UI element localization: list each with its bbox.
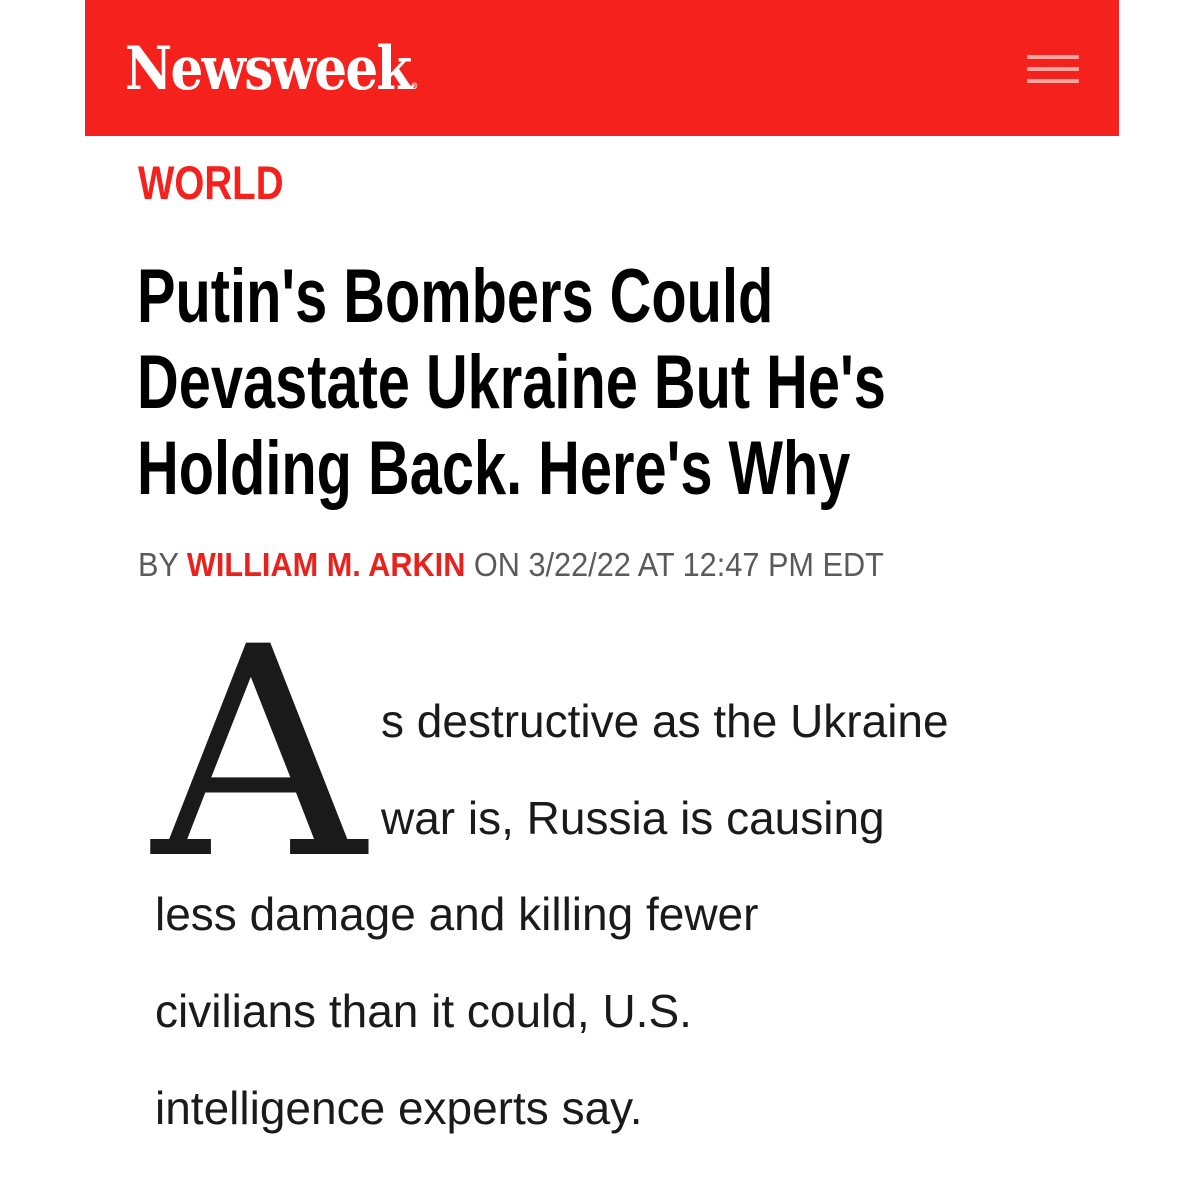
article-byline: BY WILLIAM M. ARKIN ON 3/22/22 AT 12:47 … bbox=[138, 543, 884, 587]
byline-date: 3/22/22 bbox=[528, 546, 631, 583]
hamburger-menu-icon[interactable] bbox=[1027, 51, 1079, 87]
body-line-4: civilians than it could, U.S. bbox=[155, 985, 692, 1037]
drop-cap-letter: A bbox=[152, 586, 366, 923]
newsweek-logo[interactable]: Newsweek® bbox=[125, 34, 418, 122]
section-label-world[interactable]: WORLD bbox=[138, 155, 284, 211]
byline-date-prefix: ON bbox=[473, 546, 520, 583]
menu-bar-middle bbox=[1027, 67, 1079, 71]
byline-time: 12:47 PM EDT bbox=[682, 546, 884, 583]
body-line-1: s destructive as the Ukraine bbox=[381, 695, 949, 747]
site-header: Newsweek® bbox=[85, 0, 1119, 136]
body-line-2: war is, Russia is causing bbox=[381, 792, 885, 844]
menu-bar-bottom bbox=[1027, 79, 1079, 83]
headline-line-2: Devastate Ukraine But He's bbox=[137, 340, 886, 425]
headline-line-3: Holding Back. Here's Why bbox=[137, 426, 851, 511]
byline-prefix: BY bbox=[138, 546, 179, 583]
byline-time-prefix: AT bbox=[637, 546, 675, 583]
body-line-3: less damage and killing fewer bbox=[155, 888, 759, 940]
headline-line-1: Putin's Bombers Could bbox=[137, 254, 774, 339]
body-line-5: intelligence experts say. bbox=[155, 1082, 643, 1134]
menu-bar-top bbox=[1027, 55, 1079, 59]
article-headline: Putin's Bombers Could Devastate Ukraine … bbox=[137, 254, 1034, 512]
author-link[interactable]: WILLIAM M. ARKIN bbox=[187, 546, 465, 583]
logo-text: Newsweek bbox=[125, 34, 412, 104]
registered-mark: ® bbox=[410, 82, 419, 92]
